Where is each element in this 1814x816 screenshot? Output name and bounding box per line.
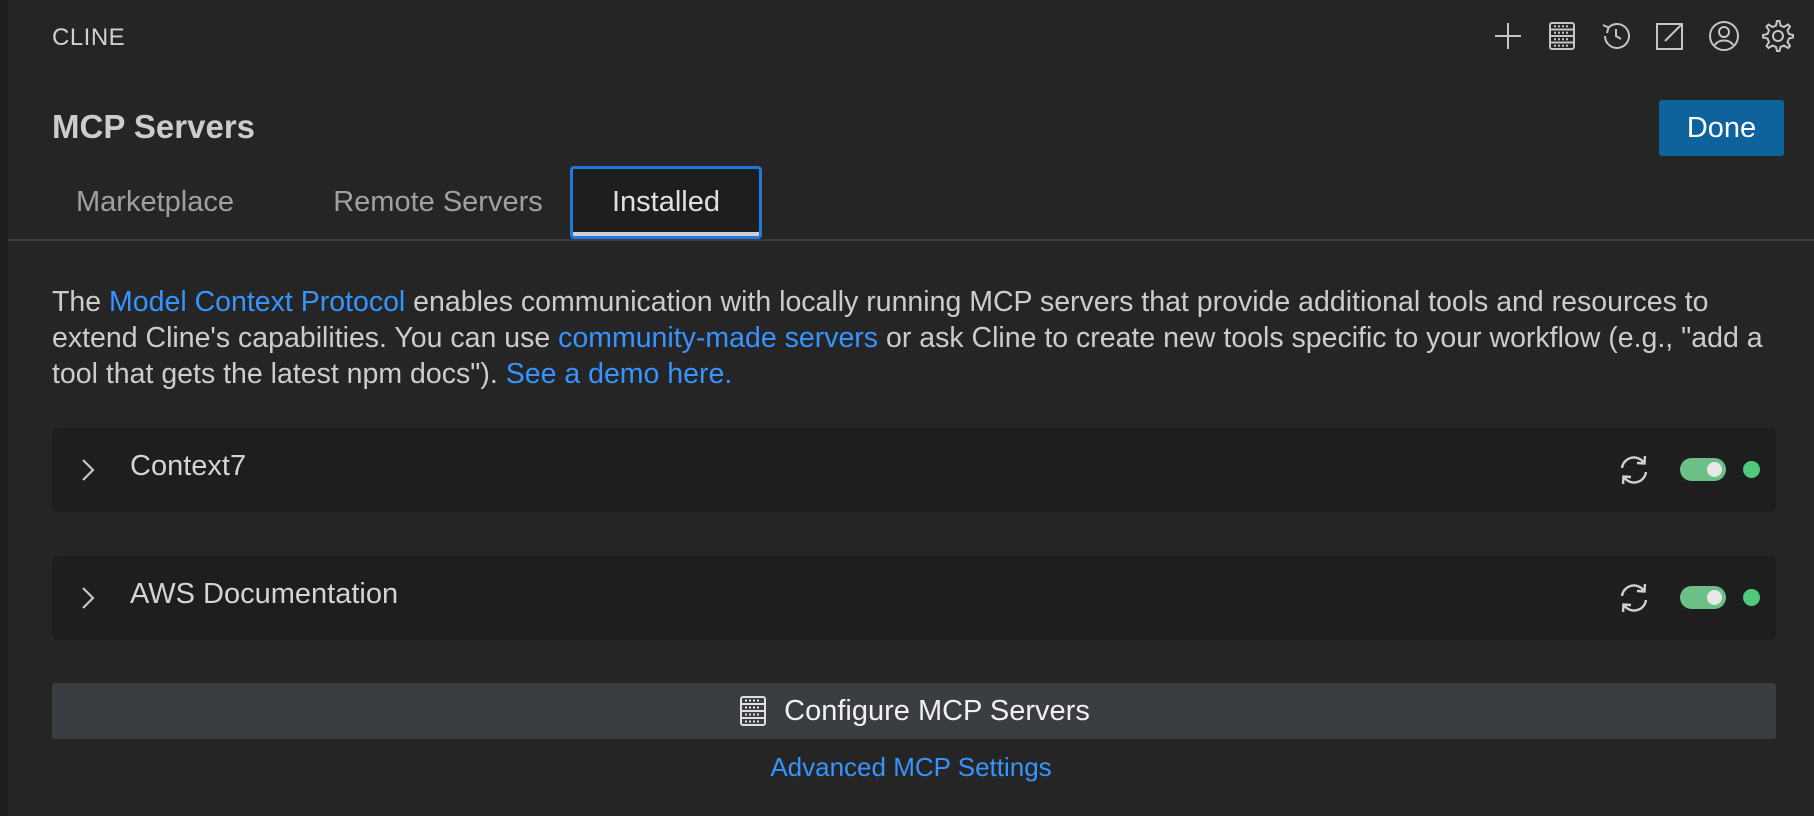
- toggle-knob: [1707, 462, 1722, 477]
- mcp-description: The Model Context Protocol enables commu…: [52, 284, 1792, 392]
- toggle-knob: [1707, 590, 1722, 605]
- account-icon[interactable]: [1706, 18, 1742, 54]
- app-title: CLINE: [52, 24, 126, 51]
- chevron-right-icon[interactable]: [74, 454, 102, 486]
- status-indicator: [1743, 461, 1760, 478]
- configure-mcp-servers-button[interactable]: Configure MCP Servers: [52, 683, 1776, 739]
- server-enabled-toggle[interactable]: [1680, 586, 1726, 609]
- configure-label: Configure MCP Servers: [784, 694, 1090, 727]
- popout-icon[interactable]: [1652, 18, 1688, 54]
- desc-text-1: The: [52, 286, 110, 318]
- server-name: Context7: [130, 450, 247, 482]
- cline-panel: CLINE MCP Servers Done Marketplace Remot…: [0, 0, 1814, 816]
- done-button[interactable]: Done: [1659, 100, 1784, 156]
- advanced-mcp-settings-link[interactable]: Advanced MCP Settings: [8, 752, 1814, 783]
- status-indicator: [1743, 589, 1760, 606]
- restart-icon[interactable]: [1614, 450, 1654, 490]
- chevron-right-icon[interactable]: [74, 582, 102, 614]
- server-icon: [740, 696, 767, 726]
- gear-icon[interactable]: [1760, 18, 1796, 54]
- top-bar: CLINE: [8, 0, 1814, 80]
- toolbar-icons: [1490, 18, 1796, 54]
- community-servers-link[interactable]: community-made servers: [558, 322, 878, 354]
- history-icon[interactable]: [1598, 18, 1634, 54]
- tab-bar: Marketplace Remote Servers Installed: [8, 166, 1814, 241]
- server-icon[interactable]: [1544, 18, 1580, 54]
- demo-link[interactable]: See a demo here.: [506, 358, 733, 390]
- page-title: MCP Servers: [52, 108, 256, 145]
- server-enabled-toggle[interactable]: [1680, 458, 1726, 481]
- mcp-protocol-link[interactable]: Model Context Protocol: [109, 286, 405, 318]
- server-row-context7[interactable]: Context7: [52, 428, 1776, 512]
- tab-remote-servers[interactable]: Remote Servers: [298, 166, 578, 239]
- plus-icon[interactable]: [1490, 18, 1526, 54]
- tab-marketplace[interactable]: Marketplace: [60, 166, 250, 239]
- server-name: AWS Documentation: [130, 578, 399, 610]
- server-row-aws-documentation[interactable]: AWS Documentation: [52, 556, 1776, 640]
- restart-icon[interactable]: [1614, 578, 1654, 618]
- tab-installed[interactable]: Installed: [570, 166, 762, 239]
